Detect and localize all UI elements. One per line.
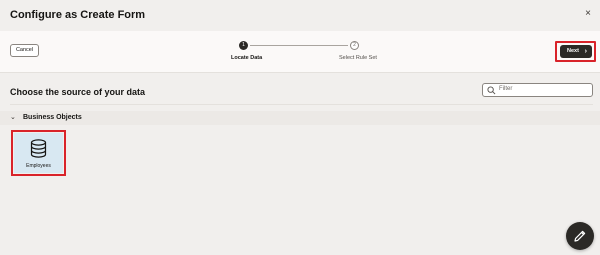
- next-button-label: Next: [567, 48, 579, 54]
- chevron-right-icon: ›: [584, 48, 587, 55]
- dialog-header: Configure as Create Form ×: [0, 0, 600, 31]
- chevron-down-icon: ⌄: [10, 114, 16, 121]
- dialog-title: Configure as Create Form: [10, 9, 146, 21]
- step-connector: [250, 45, 348, 46]
- close-icon[interactable]: ×: [582, 8, 594, 20]
- step-2-label: Select Rule Set: [339, 55, 377, 61]
- edit-fab-button[interactable]: [566, 222, 594, 250]
- database-icon: [30, 139, 47, 158]
- business-objects-group[interactable]: ⌄ Business Objects: [0, 111, 600, 125]
- step-2-indicator[interactable]: 2: [350, 41, 359, 50]
- wizard-toolbar: Cancel 1 2 Locate Data Select Rule Set N…: [0, 31, 600, 73]
- group-label: Business Objects: [23, 114, 82, 121]
- next-button[interactable]: Next ›: [560, 45, 592, 58]
- step-train: 1 2 Locate Data Select Rule Set: [0, 31, 600, 73]
- divider: [10, 104, 593, 105]
- filter-input[interactable]: Filter: [482, 83, 593, 97]
- section-title: Choose the source of your data: [10, 87, 146, 97]
- card-label: Employees: [26, 163, 51, 169]
- step-1-indicator[interactable]: 1: [239, 41, 248, 50]
- step-1-label: Locate Data: [231, 55, 263, 61]
- pencil-icon: [574, 230, 586, 242]
- search-icon: [487, 86, 496, 95]
- filter-placeholder: Filter: [499, 86, 513, 92]
- employees-card[interactable]: Employees: [14, 133, 63, 173]
